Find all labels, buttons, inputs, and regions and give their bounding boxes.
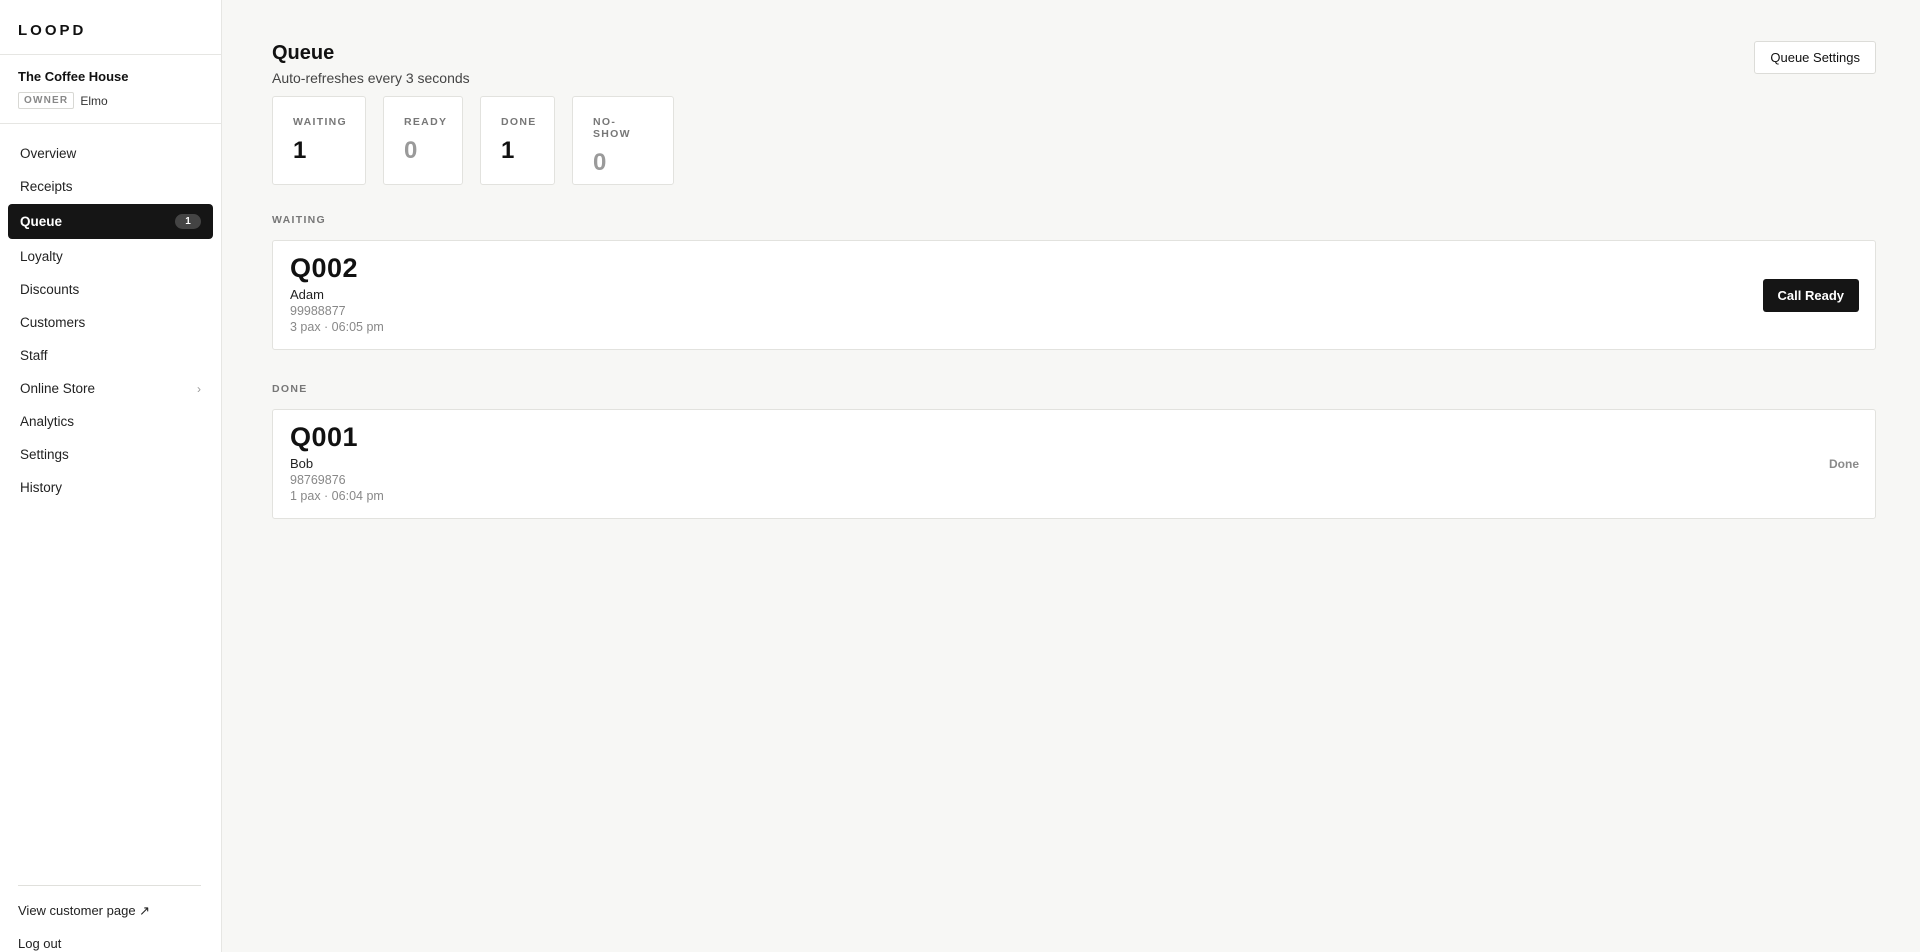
sidebar-item-label: Staff [20,348,48,363]
ticket-code: Q001 [290,422,359,452]
sidebar-item-history[interactable]: History [8,471,213,504]
stat-label: READY [404,116,448,128]
sidebar-item-label: Queue [20,214,63,229]
sidebar-item-overview[interactable]: Overview [8,137,213,170]
sidebar-item-online-store[interactable]: Online Store › [8,372,213,405]
sidebar-nav: Overview Receipts Queue 1 Loyalty Discou… [0,124,221,504]
chevron-right-icon: › [197,381,201,396]
stat-waiting: WAITING 1 [272,96,366,185]
org-meta: OWNER Elmo [18,92,203,109]
sidebar-item-label: Online Store [20,381,96,396]
main-content: Queue Auto-refreshes every 3 seconds Que… [222,0,1920,952]
stat-value: 1 [293,137,307,164]
call-ready-button[interactable]: Call Ready [1762,279,1859,312]
sidebar-item-label: Discounts [20,282,80,297]
sidebar-item-label: Receipts [20,179,73,194]
queue-count-badge: 1 [175,214,201,229]
page-title: Queue [272,42,335,64]
sidebar-item-receipts[interactable]: Receipts [8,170,213,203]
stat-label: WAITING [293,116,348,128]
queue-settings-button[interactable]: Queue Settings [1754,41,1876,74]
ticket-phone: 99988877 [290,304,346,318]
ticket-status: Done [1829,457,1859,471]
sidebar-item-label: Loyalty [20,249,63,264]
app-root: LOOPD The Coffee House OWNER Elmo Overvi… [0,0,1920,952]
stat-value: 0 [593,149,607,176]
sidebar-item-customers[interactable]: Customers [8,306,213,339]
sidebar-item-label: Settings [20,447,69,462]
sidebar-item-loyalty[interactable]: Loyalty [8,240,213,273]
done-section-label: DONE [272,383,308,395]
org-name: The Coffee House [18,69,129,84]
stat-value: 0 [404,137,418,164]
sidebar: LOOPD The Coffee House OWNER Elmo Overvi… [0,0,222,952]
sidebar-item-settings[interactable]: Settings [8,438,213,471]
user-name: Elmo [80,93,108,108]
brand-logo: LOOPD [0,0,221,55]
ticket-code: Q002 [290,253,359,283]
page-subtitle: Auto-refreshes every 3 seconds [272,70,470,86]
stats-row: WAITING 1 READY 0 DONE 1 NO-SHOW 0 [272,96,674,185]
sidebar-item-label: Overview [20,146,77,161]
stat-label: NO-SHOW [593,116,631,140]
ticket-pax-time: 3 pax · 06:05 pm [290,320,384,334]
stat-no-show: NO-SHOW 0 [572,96,674,185]
sidebar-item-label: Analytics [20,414,75,429]
ticket-pax-time: 1 pax · 06:04 pm [290,489,384,503]
stat-value: 1 [501,137,515,164]
waiting-section-label: WAITING [272,214,327,226]
sidebar-item-queue[interactable]: Queue 1 [8,204,213,239]
sidebar-item-analytics[interactable]: Analytics [8,405,213,438]
view-customer-page-link[interactable]: View customer page ↗ [18,903,201,919]
sidebar-item-label: Customers [20,315,86,330]
logout-link[interactable]: Log out [18,936,201,952]
queue-ticket-waiting: Q002 Adam 99988877 3 pax · 06:05 pm Call… [272,240,1876,350]
ticket-customer-name: Adam [290,287,324,302]
stat-ready: READY 0 [383,96,463,185]
org-info: The Coffee House OWNER Elmo [0,55,221,124]
sidebar-item-staff[interactable]: Staff [8,339,213,372]
ticket-customer-name: Bob [290,456,314,471]
ticket-phone: 98769876 [290,473,346,487]
stat-done: DONE 1 [480,96,555,185]
queue-ticket-done: Q001 Bob 98769876 1 pax · 06:04 pm Done [272,409,1876,519]
sidebar-item-label: History [20,480,63,495]
sidebar-item-discounts[interactable]: Discounts [8,273,213,306]
stat-label: DONE [501,116,537,128]
sidebar-footer: View customer page ↗ Log out [18,885,201,952]
role-badge: OWNER [18,92,75,109]
